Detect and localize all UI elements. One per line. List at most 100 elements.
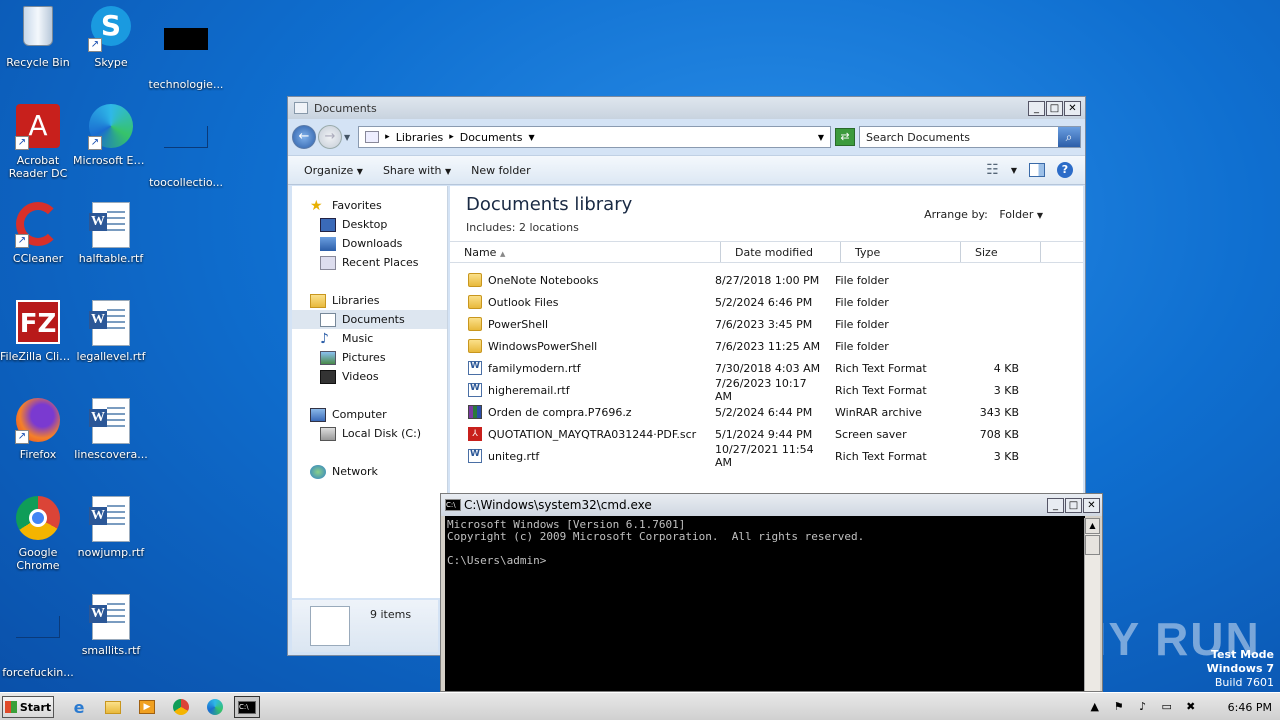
forward-button[interactable]: →	[318, 125, 342, 149]
arrange-by-dropdown[interactable]: Folder ▼	[999, 208, 1043, 221]
desktop-icon-recycle-bin[interactable]: Recycle Bin	[0, 6, 76, 69]
cmd-window[interactable]: C:\ C:\Windows\system32\cmd.exe _ □ ✕ Mi…	[440, 493, 1103, 692]
desktop-icon-technologie[interactable]: technologie...	[148, 6, 224, 91]
desktop-icon-forcefuckin[interactable]: forcefuckin...	[0, 594, 76, 679]
nav-item-documents[interactable]: Documents	[292, 310, 447, 329]
pdf-icon: ⅄	[468, 427, 482, 441]
address-history-dropdown-icon[interactable]: ▼	[818, 133, 824, 142]
nav-item-libraries[interactable]: Libraries	[292, 291, 447, 310]
cmd-scrollbar[interactable]: ▲	[1084, 518, 1100, 691]
file-name-cell: WindowsPowerShell	[450, 339, 705, 353]
help-icon[interactable]: ?	[1057, 162, 1073, 178]
file-name-cell: uniteg.rtf	[450, 449, 705, 463]
recent-pages-dropdown-icon[interactable]: ▼	[344, 133, 350, 142]
maximize-button[interactable]: □	[1065, 498, 1082, 513]
nav-item-local-disk[interactable]: Local Disk (C:)	[292, 424, 447, 443]
flag-icon[interactable]: ⚑	[1112, 700, 1126, 714]
address-field[interactable]: ▸ Libraries ▸ Documents ▼ ▼	[358, 126, 831, 148]
cmd-titlebar[interactable]: C:\ C:\Windows\system32\cmd.exe	[441, 494, 1102, 516]
breadcrumb-libraries[interactable]: Libraries	[396, 131, 444, 144]
action-center-icon[interactable]: ✖	[1184, 700, 1198, 714]
nav-label: Music	[342, 332, 374, 345]
minimize-button[interactable]: _	[1047, 498, 1064, 513]
desktop-icon-legallevel[interactable]: legallevel.rtf	[73, 300, 149, 363]
nav-item-favorites[interactable]: ★ Favorites	[292, 196, 447, 215]
start-button[interactable]: Start	[2, 696, 54, 718]
desktop-icon-skype[interactable]: S ↗ Skype	[73, 6, 149, 69]
search-input[interactable]: Search Documents ⌕	[859, 126, 1081, 148]
cmd-console-output[interactable]: Microsoft Windows [Version 6.1.7601] Cop…	[445, 516, 1085, 691]
nav-item-pictures[interactable]: Pictures	[292, 348, 447, 367]
close-button[interactable]: ✕	[1064, 101, 1081, 116]
nav-label: Network	[332, 465, 378, 478]
taskbar-explorer[interactable]	[100, 696, 126, 718]
taskbar-cmd[interactable]: C:\	[234, 696, 260, 718]
nav-item-recent-places[interactable]: Recent Places	[292, 253, 447, 272]
minimize-button[interactable]: _	[1028, 101, 1045, 116]
volume-icon[interactable]: ♪	[1136, 700, 1150, 714]
desktop-icon-filezilla[interactable]: FZ FileZilla Client	[0, 300, 76, 363]
taskbar-media-player[interactable]: ▶	[134, 696, 160, 718]
table-row[interactable]: PowerShell 7/6/2023 3:45 PM File folder	[450, 313, 1083, 335]
clock[interactable]: 6:46 PM	[1228, 701, 1272, 714]
folder-icon	[468, 339, 482, 353]
taskbar-edge[interactable]	[202, 696, 228, 718]
winrar-archive-icon	[468, 405, 482, 419]
back-button[interactable]: ←	[292, 125, 316, 149]
desktop-icon-nowjump[interactable]: nowjump.rtf	[73, 496, 149, 559]
table-row[interactable]: higheremail.rtf 7/26/2023 10:17 AM Rich Te…	[450, 377, 1083, 403]
column-date-modified[interactable]: Date modified	[721, 242, 841, 262]
column-type[interactable]: Type	[841, 242, 961, 262]
breadcrumb-separator-icon[interactable]: ▸	[449, 132, 454, 142]
desktop-icon-halftable[interactable]: halftable.rtf	[73, 202, 149, 265]
sort-ascending-icon: ▲	[499, 250, 506, 258]
desktop-icon-ccleaner[interactable]: ↗ CCleaner	[0, 202, 76, 265]
nav-item-music[interactable]: ♪ Music	[292, 329, 447, 348]
close-button[interactable]: ✕	[1083, 498, 1100, 513]
desktop-icon-toocollection[interactable]: toocollectio...	[148, 104, 224, 189]
preview-pane-icon[interactable]	[1029, 163, 1045, 177]
breadcrumb-documents[interactable]: Documents	[460, 131, 523, 144]
table-row[interactable]: uniteg.rtf 10/27/2021 11:54 AM Rich Text F…	[450, 443, 1083, 469]
breadcrumb-separator-icon[interactable]: ▸	[385, 132, 390, 142]
table-row[interactable]: familymodern.rtf 7/30/2018 4:03 AM Rich Te…	[450, 357, 1083, 379]
table-row[interactable]: OneNote Notebooks 8/27/2018 1:00 PM File f…	[450, 269, 1083, 291]
scroll-thumb[interactable]	[1085, 535, 1100, 555]
table-row[interactable]: ⅄ QUOTATION_MAYQTRA031244·PDF.scr 5/1/2024…	[450, 423, 1083, 445]
search-icon[interactable]: ⌕	[1058, 127, 1080, 147]
library-includes[interactable]: Includes: 2 locations	[466, 221, 1083, 234]
organize-menu[interactable]: Organize ▼	[304, 164, 363, 177]
share-with-menu[interactable]: Share with ▼	[383, 164, 451, 177]
column-size[interactable]: Size	[961, 242, 1041, 262]
desktop-icon-linescovera[interactable]: linescovera...	[73, 398, 149, 461]
desktop-icon-label: legallevel.rtf	[76, 350, 146, 363]
desktop-icon-firefox[interactable]: ↗ Firefox	[0, 398, 76, 461]
nav-item-desktop[interactable]: Desktop	[292, 215, 447, 234]
rtf-document-icon	[468, 449, 482, 463]
desktop-icon-smallits[interactable]: smallits.rtf	[73, 594, 149, 657]
new-folder-button[interactable]: New folder	[471, 164, 530, 177]
view-dropdown-icon[interactable]: ▼	[1011, 166, 1017, 175]
breadcrumb-dropdown-icon[interactable]: ▼	[528, 133, 534, 142]
explorer-titlebar[interactable]: Documents	[288, 97, 1085, 119]
scroll-up-icon[interactable]: ▲	[1085, 518, 1100, 534]
nav-item-computer[interactable]: Computer	[292, 405, 447, 424]
nav-item-downloads[interactable]: Downloads	[292, 234, 447, 253]
refresh-button[interactable]: ⇄	[835, 128, 855, 146]
nav-item-videos[interactable]: Videos	[292, 367, 447, 386]
desktop-icon-acrobat[interactable]: A ↗ Acrobat Reader DC	[0, 104, 76, 180]
table-row[interactable]: Orden de compra.P7696.z 5/2/2024 6:44 PM W…	[450, 401, 1083, 423]
view-options-icon[interactable]: ☷	[986, 162, 999, 178]
network-tray-icon[interactable]: ▭	[1160, 700, 1174, 714]
show-hidden-icons-icon[interactable]: ▲	[1088, 700, 1102, 714]
taskbar-chrome[interactable]	[168, 696, 194, 718]
table-row[interactable]: WindowsPowerShell 7/6/2023 11:25 AM File f…	[450, 335, 1083, 357]
taskbar-ie[interactable]: e	[66, 696, 92, 718]
desktop-icon-edge[interactable]: ↗ Microsoft Edge	[73, 104, 149, 167]
nav-item-network[interactable]: Network	[292, 462, 447, 481]
table-row[interactable]: Outlook Files 5/2/2024 6:46 PM File folder	[450, 291, 1083, 313]
column-headers: Name ▲ Date modified Type Size	[450, 241, 1083, 263]
maximize-button[interactable]: □	[1046, 101, 1063, 116]
column-name[interactable]: Name ▲	[450, 242, 721, 262]
desktop-icon-chrome[interactable]: Google Chrome	[0, 496, 76, 572]
